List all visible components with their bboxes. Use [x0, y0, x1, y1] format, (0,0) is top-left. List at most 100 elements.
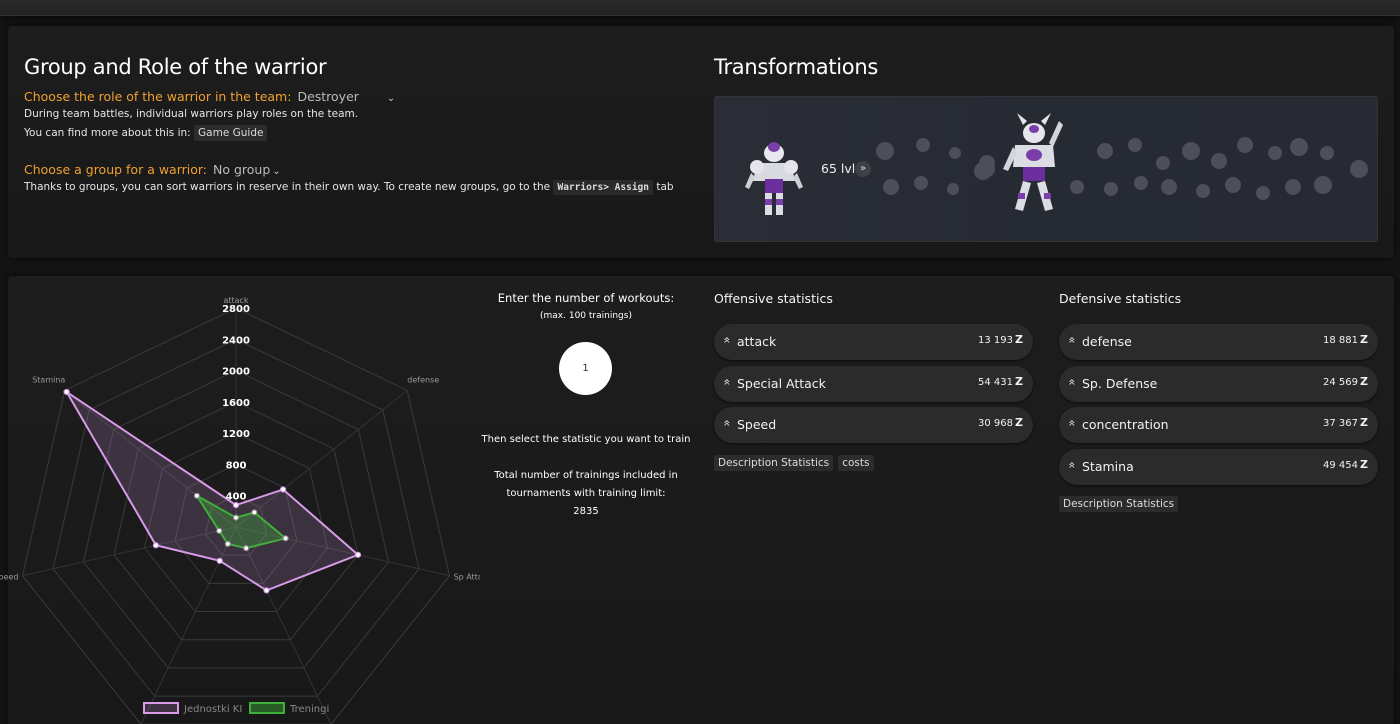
radar-axis-label: attack — [223, 296, 248, 305]
double-chevron-right-icon[interactable]: » — [855, 161, 871, 177]
decor-bubble — [883, 179, 899, 195]
decor-bubble — [1225, 177, 1241, 193]
stat-pill[interactable]: » defense 18 881 Z — [1059, 324, 1378, 360]
role-select-value: Destroyer — [297, 89, 359, 104]
stat-amount: 13 193 — [978, 335, 1014, 346]
group-prompt: Choose a group for a warrior: — [24, 162, 208, 177]
legend-label: Treningi — [289, 704, 329, 715]
defensive-links: Description Statistics — [1059, 492, 1179, 512]
decor-bubble — [1237, 137, 1253, 153]
radar-axis-label: Stamina — [32, 375, 65, 384]
description-statistics-link[interactable]: Description Statistics — [1059, 496, 1179, 512]
double-chevron-up-icon: » — [719, 336, 734, 344]
radar-point — [216, 557, 223, 564]
stat-pill[interactable]: » Speed 30 968 Z — [714, 407, 1033, 444]
stat-value: 49 454 Z — [1323, 458, 1368, 471]
stat-pill[interactable]: » attack 13 193 Z — [714, 324, 1033, 360]
radar-axis-label: Speed — [0, 573, 18, 582]
currency-z-icon: Z — [1015, 416, 1023, 430]
costs-link[interactable]: costs — [838, 455, 874, 471]
stat-pill[interactable]: » Special Attack 54 431 Z — [714, 365, 1033, 402]
stat-label: Stamina — [1082, 459, 1134, 475]
game-guide-link[interactable]: Game Guide — [194, 125, 268, 141]
decor-bubble — [1196, 184, 1210, 198]
chevron-down-icon: ⌄ — [386, 93, 396, 104]
decor-bubble — [1128, 138, 1142, 152]
stat-amount: 30 968 — [978, 418, 1014, 430]
radar-point — [232, 514, 240, 521]
double-chevron-up-icon: » — [1064, 461, 1079, 469]
decor-bubble — [1350, 160, 1368, 178]
role-description: During team battles, individual warriors… — [24, 108, 359, 120]
radar-point — [263, 587, 270, 594]
group-select[interactable]: No group ⌄ — [213, 162, 281, 177]
radar-point — [354, 551, 362, 558]
group-select-value: No group — [213, 162, 271, 177]
group-desc-tail: tab — [656, 181, 674, 193]
stat-pill[interactable]: » Stamina 49 454 Z — [1059, 449, 1378, 486]
double-chevron-up-icon: » — [1064, 419, 1079, 428]
radar-point — [232, 502, 240, 509]
radar-series — [63, 388, 362, 594]
decor-bubble — [1161, 179, 1177, 195]
radar-axis-label: Sp Attack — [454, 573, 480, 582]
offensive-links: Description Statistics costs — [714, 451, 874, 471]
description-statistics-link[interactable]: Description Statistics — [714, 455, 834, 471]
decor-bubble — [1290, 138, 1308, 156]
chevron-down-icon: ⌄ — [272, 166, 281, 177]
stat-pill[interactable]: » Sp. Defense 24 569 Z — [1059, 365, 1378, 402]
radar-axis-label: defense — [407, 375, 439, 384]
stat-amount: 24 569 — [1323, 376, 1359, 388]
role-select[interactable]: Destroyer ⌄ — [297, 89, 395, 104]
total-label-line2: tournaments with training limit: — [506, 488, 666, 499]
warriors-assign-code: Warriors> Assign — [553, 180, 653, 195]
radar-tick-label: 1600 — [222, 398, 250, 409]
decor-bubble — [916, 138, 930, 152]
workouts-subtitle: (max. 100 trainings) — [540, 311, 632, 321]
radar-point — [243, 545, 250, 552]
double-chevron-up-icon: » — [719, 419, 734, 428]
train-instruction: Then select the statistic you want to tr… — [481, 434, 691, 445]
stat-value: 54 431 Z — [978, 375, 1023, 388]
stat-amount: 37 367 — [1323, 418, 1359, 430]
legend-label: Jednostki KI — [183, 704, 242, 715]
currency-z-icon: Z — [1360, 416, 1368, 430]
double-chevron-up-icon: » — [1064, 378, 1079, 386]
currency-z-icon: Z — [1360, 333, 1368, 346]
role-row: Choose the role of the warrior in the te… — [24, 89, 395, 104]
decor-bubble — [1104, 182, 1118, 196]
defensive-title: Defensive statistics — [1059, 291, 1182, 306]
transformations-title: Transformations — [714, 55, 878, 79]
radar-tick-label: 2800 — [222, 304, 250, 315]
stat-label: concentration — [1082, 417, 1169, 433]
warrior-form-1-image[interactable] — [743, 135, 805, 223]
stat-label: attack — [737, 334, 777, 349]
stat-value: 13 193 Z — [978, 333, 1023, 346]
workouts-input[interactable]: 1 — [559, 342, 612, 395]
decor-bubble — [914, 176, 928, 190]
total-value: 2835 — [573, 506, 599, 517]
decor-bubble — [1314, 176, 1332, 194]
total-label-line1: Total number of trainings included in — [494, 470, 678, 481]
radar-tick-label: 400 — [226, 492, 247, 503]
group-row: Choose a group for a warrior: No group ⌄ — [24, 162, 281, 177]
legend-swatch — [143, 702, 179, 714]
decor-bubble — [949, 147, 961, 159]
radar-point — [279, 486, 287, 493]
currency-z-icon: Z — [1360, 458, 1368, 472]
warrior-form-2-image[interactable] — [1001, 111, 1067, 217]
stat-pill[interactable]: » concentration 37 367 Z — [1059, 407, 1378, 444]
stat-value: 24 569 Z — [1323, 375, 1368, 388]
radar-legend: Jednostki KI Treningi — [143, 702, 329, 715]
currency-z-icon: Z — [1360, 374, 1368, 388]
radar-point — [63, 388, 70, 396]
decor-bubble — [1182, 142, 1200, 160]
group-desc-text: Thanks to groups, you can sort warriors … — [24, 181, 551, 193]
guide-prefix: You can find more about this in: — [24, 127, 191, 139]
stat-value: 37 367 Z — [1323, 416, 1368, 429]
decor-bubble — [1211, 153, 1227, 169]
role-prompt: Choose the role of the warrior in the te… — [24, 89, 292, 104]
decor-bubble — [876, 142, 894, 160]
stat-label: Speed — [737, 417, 777, 433]
legend-swatch — [249, 702, 285, 714]
